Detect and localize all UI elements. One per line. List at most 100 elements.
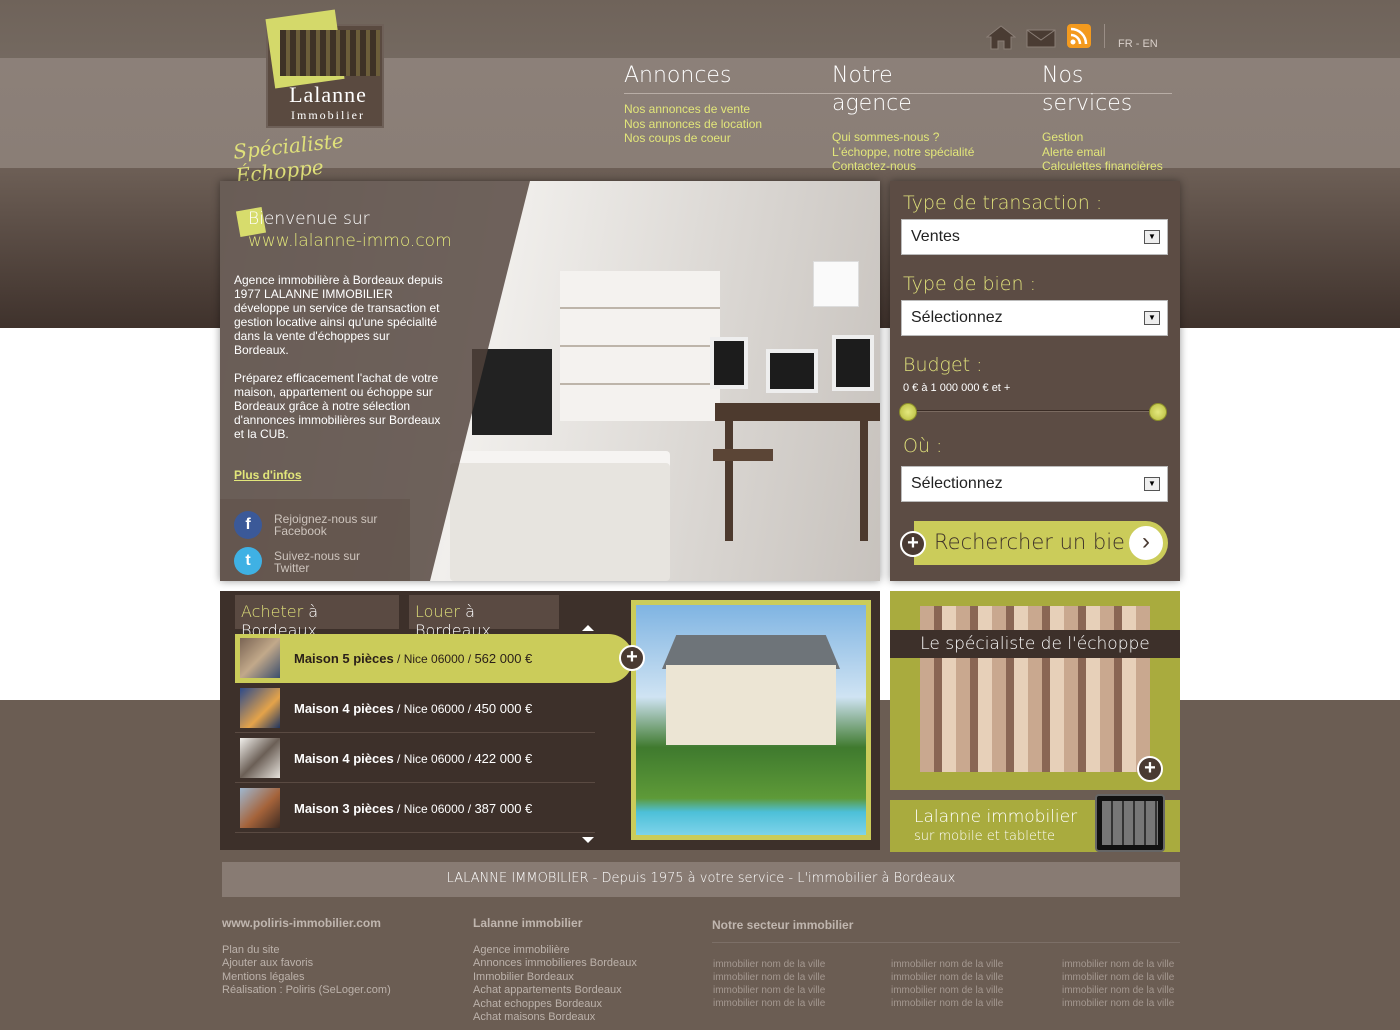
tab-louer[interactable]: Louer à Bordeaux <box>409 595 559 640</box>
listing-row[interactable]: Maison 5 pièces / Nice 06000 / 562 000 € <box>235 634 633 683</box>
nav-title-agence[interactable]: Notre agence <box>832 62 962 118</box>
house-photo <box>636 605 866 835</box>
location-select[interactable]: Sélectionnez ▼ <box>901 466 1168 502</box>
promo-title: Le spécialiste de l'échoppe <box>890 630 1180 658</box>
city-link[interactable]: immobilier nom de la ville <box>1062 971 1192 984</box>
home-icon[interactable] <box>986 24 1016 50</box>
footer-link[interactable]: Achat appartements Bordeaux <box>473 984 693 997</box>
nav-link[interactable]: Contactez-nous <box>832 159 962 174</box>
nav-link[interactable]: Nos coups de coeur <box>624 131 754 146</box>
footer-link[interactable]: Achat maisons Bordeaux <box>473 1011 693 1024</box>
footer-link[interactable]: Réalisation : Poliris (SeLoger.com) <box>222 984 442 997</box>
hero-picture <box>832 335 874 391</box>
footer-col-secteur: Notre secteur immobilier immobilier nom … <box>712 918 1180 1009</box>
facebook-link[interactable]: Rejoignez-nous sur Facebook <box>274 513 377 537</box>
listing-price: 422 000 € <box>474 751 533 766</box>
listing-row[interactable]: Maison 4 pièces / Nice 06000 / 450 000 € <box>235 684 595 733</box>
nav-link[interactable]: Calculettes financières <box>1042 159 1172 174</box>
city-link[interactable]: immobilier nom de la ville <box>1062 958 1192 971</box>
tab-acheter[interactable]: Acheter à Bordeaux <box>235 595 399 640</box>
listing-thumbnail <box>240 788 280 828</box>
listing-location: / Nice 06000 / <box>393 652 475 666</box>
twitter-line: Twitter <box>274 561 310 575</box>
footer-link[interactable]: Agence immobilière <box>473 944 693 957</box>
hero-picture <box>710 337 748 389</box>
tab-highlight: Acheter <box>241 602 304 621</box>
twitter-icon[interactable]: t <box>234 547 262 575</box>
nav-title-annonces[interactable]: Annonces <box>624 62 754 90</box>
listing-thumbnail <box>240 738 280 778</box>
search-panel: Type de transaction : Ventes ▼ Type de b… <box>890 181 1180 581</box>
facebook-line: Facebook <box>274 524 327 538</box>
hero-table <box>715 403 880 421</box>
footer-col-lalanne: Lalanne immobilier Agence immobilière An… <box>473 916 693 1024</box>
hero-picture <box>766 349 818 393</box>
city-link[interactable]: immobilier nom de la ville <box>713 971 843 984</box>
nav-link[interactable]: Nos annonces de location <box>624 117 762 132</box>
footer-link[interactable]: Immobilier Bordeaux <box>473 971 693 984</box>
scroll-down-icon[interactable] <box>582 837 594 843</box>
plus-icon[interactable]: + <box>619 645 645 671</box>
listing-row[interactable]: Maison 3 pièces / Nice 06000 / 387 000 € <box>235 784 595 833</box>
twitter-link[interactable]: Suivez-nous sur Twitter <box>274 550 360 574</box>
search-button[interactable]: Rechercher un bien › <box>914 521 1168 565</box>
footer-title: Notre secteur immobilier <box>712 918 854 932</box>
facebook-icon[interactable]: f <box>234 511 262 539</box>
nav-link[interactable]: Alerte email <box>1042 145 1172 160</box>
city-link[interactable]: immobilier nom de la ville <box>713 997 843 1010</box>
mail-icon[interactable] <box>1026 26 1056 48</box>
footer-link[interactable]: Plan du site <box>222 944 442 957</box>
footer-link[interactable]: Ajouter aux favoris <box>222 957 442 970</box>
more-info-link[interactable]: Plus d'infos <box>234 468 302 482</box>
site-logo[interactable]: Lalanne Immobilier Spécialiste Échoppe <box>232 6 422 188</box>
mobile-promo[interactable]: Lalanne immobilier sur mobile et tablett… <box>890 794 1180 852</box>
city-link[interactable]: immobilier nom de la ville <box>891 971 1021 984</box>
scroll-up-icon[interactable] <box>582 625 594 631</box>
city-link[interactable]: immobilier nom de la ville <box>713 958 843 971</box>
nav-link[interactable]: Qui sommes-nous ? <box>832 130 962 145</box>
budget-min-handle[interactable] <box>899 403 917 421</box>
chevron-right-icon: › <box>1126 523 1166 563</box>
nav-link[interactable]: Gestion <box>1042 130 1172 145</box>
footer-link[interactable]: Mentions légales <box>222 971 442 984</box>
footer-title[interactable]: www.poliris-immobilier.com <box>222 916 442 930</box>
nav-services: Nos services Gestion Alerte email Calcul… <box>1042 62 1172 174</box>
listing-thumbnail <box>240 688 280 728</box>
hero-table-leg <box>725 421 733 541</box>
hero-panel: Bienvenue sur www.lalanne-immo.com Agenc… <box>220 181 880 581</box>
city-link[interactable]: immobilier nom de la ville <box>891 958 1021 971</box>
budget-max-handle[interactable] <box>1149 403 1167 421</box>
tablet-icon <box>1095 794 1165 852</box>
plus-icon[interactable]: + <box>900 531 926 557</box>
city-link[interactable]: immobilier nom de la ville <box>1062 984 1192 997</box>
nav-link[interactable]: Nos annonces de vente <box>624 102 754 117</box>
mobile-subtitle: sur mobile et tablette <box>914 829 1056 844</box>
transaction-value: Ventes <box>911 228 960 245</box>
rss-icon[interactable] <box>1067 24 1091 48</box>
dropdown-arrow-icon: ▼ <box>1144 311 1160 325</box>
listing-photo[interactable] <box>631 600 871 840</box>
listing-text: Maison 3 pièces / Nice 06000 / 387 000 € <box>294 801 532 816</box>
hero-lamp <box>813 261 859 307</box>
city-link[interactable]: immobilier nom de la ville <box>713 984 843 997</box>
bien-value: Sélectionnez <box>911 309 1003 326</box>
footer-link[interactable]: Annonces immobilieres Bordeaux <box>473 957 693 970</box>
echoppe-promo[interactable]: Le spécialiste de l'échoppe + <box>890 591 1180 790</box>
nav-link[interactable]: L'échoppe, notre spécialité <box>832 145 974 160</box>
nav-title-services[interactable]: Nos services <box>1042 62 1172 118</box>
nav-agence: Notre agence Qui sommes-nous ? L'échoppe… <box>832 62 974 174</box>
transaction-select[interactable]: Ventes ▼ <box>901 219 1168 255</box>
budget-slider[interactable] <box>907 410 1159 412</box>
language-switch[interactable]: FR - EN <box>1118 38 1158 50</box>
plus-icon[interactable]: + <box>1137 756 1163 782</box>
hero-shelves <box>560 271 720 421</box>
listing-row[interactable]: Maison 4 pièces / Nice 06000 / 422 000 € <box>235 734 595 783</box>
city-link[interactable]: immobilier nom de la ville <box>891 997 1021 1010</box>
location-value: Sélectionnez <box>911 475 1003 492</box>
footer-link[interactable]: Achat echoppes Bordeaux <box>473 998 693 1011</box>
bien-select[interactable]: Sélectionnez ▼ <box>901 300 1168 336</box>
listing-price: 387 000 € <box>474 801 533 816</box>
city-link[interactable]: immobilier nom de la ville <box>1062 997 1192 1010</box>
tab-highlight: Louer <box>415 602 460 621</box>
city-link[interactable]: immobilier nom de la ville <box>891 984 1021 997</box>
